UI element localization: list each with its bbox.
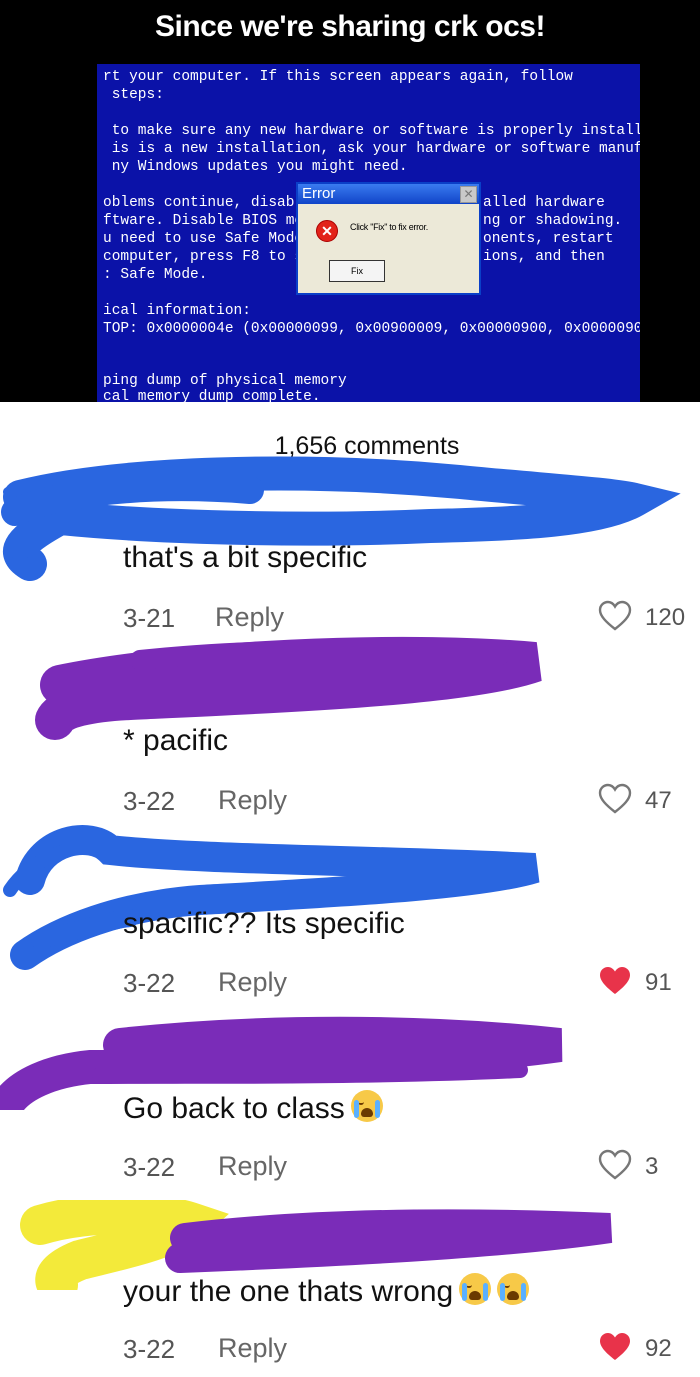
post-caption: Since we're sharing crk ocs! bbox=[155, 10, 545, 43]
comment-text: that's a bit specific bbox=[123, 541, 368, 574]
bsod-line: computer, press F8 to sel bbox=[103, 249, 321, 265]
fix-button: Fix bbox=[329, 260, 385, 282]
username-scribble bbox=[35, 636, 542, 740]
bsod-line: ions, and then bbox=[483, 249, 605, 265]
reply-button[interactable]: Reply bbox=[218, 785, 287, 816]
comment-text: spacific?? Its specific bbox=[123, 907, 405, 940]
like-count: 47 bbox=[645, 787, 672, 814]
heart-icon-filled[interactable] bbox=[598, 1331, 632, 1363]
dialog-title: Error bbox=[302, 185, 336, 202]
reply-button[interactable]: Reply bbox=[218, 967, 287, 998]
bsod-line: ny Windows updates you might need. bbox=[103, 159, 408, 175]
bsod-line: cal memory dump complete. bbox=[103, 389, 321, 402]
comment-text-content: Go back to class bbox=[123, 1092, 345, 1125]
heart-icon[interactable] bbox=[598, 1149, 632, 1181]
error-icon: ✕ bbox=[316, 220, 338, 242]
bsod-line: ftware. Disable BIOS memo bbox=[103, 213, 321, 229]
loudly-crying-face-emoji bbox=[350, 1090, 383, 1122]
comment-date: 3-22 bbox=[123, 786, 176, 816]
bsod-line: ng or shadowing. bbox=[483, 213, 623, 229]
comment-date: 3-21 bbox=[123, 603, 176, 633]
bsod-line: u need to use Safe Mode t bbox=[103, 231, 321, 247]
reply-button[interactable]: Reply bbox=[218, 1151, 287, 1182]
comment-date: 3-22 bbox=[123, 968, 176, 998]
bsod-line: oblems continue, disable bbox=[103, 195, 312, 211]
dialog-title-bar: Error ✕ bbox=[298, 184, 479, 204]
bsod-line: rt your computer. If this screen appears… bbox=[103, 69, 573, 85]
bsod-line: TOP: 0x0000004e (0x00000099, 0x00900009,… bbox=[103, 321, 640, 337]
error-dialog: Error ✕ ✕ Click "Fix" to fix error. Fix bbox=[296, 182, 481, 295]
bsod-line: ical information: bbox=[103, 303, 251, 319]
comment-text: your the one thats wrong bbox=[123, 1273, 530, 1309]
dialog-message: Click "Fix" to fix error. bbox=[350, 222, 428, 232]
like-count: 91 bbox=[645, 969, 672, 996]
like-count: 120 bbox=[645, 604, 686, 631]
bsod-line: is is a new installation, ask your hardw… bbox=[111, 141, 640, 157]
comment-text: * pacific bbox=[123, 724, 229, 757]
heart-icon-filled[interactable] bbox=[598, 965, 632, 997]
like-count: 92 bbox=[645, 1335, 672, 1362]
bsod-line: alled hardware bbox=[483, 195, 605, 211]
loudly-crying-face-emoji bbox=[459, 1273, 492, 1305]
comment-text-content: your the one thats wrong bbox=[123, 1275, 454, 1308]
comment-date: 3-22 bbox=[123, 1152, 176, 1182]
loudly-crying-face-emoji bbox=[497, 1273, 530, 1305]
close-icon: ✕ bbox=[460, 186, 477, 203]
heart-icon[interactable] bbox=[598, 600, 632, 632]
comment-date: 3-22 bbox=[123, 1334, 176, 1364]
reply-button[interactable]: Reply bbox=[215, 602, 284, 633]
bsod-line: onents, restart bbox=[483, 231, 614, 247]
like-count: 3 bbox=[645, 1153, 659, 1180]
reply-button[interactable]: Reply bbox=[218, 1333, 287, 1364]
comment-text: Go back to class bbox=[123, 1090, 383, 1126]
post-image: Since we're sharing crk ocs! rt your com… bbox=[0, 0, 700, 402]
username-scribble bbox=[3, 825, 540, 970]
bsod-line: to make sure any new hardware or softwar… bbox=[103, 123, 640, 139]
bsod-line: steps: bbox=[103, 87, 164, 103]
bsod-line: : Safe Mode. bbox=[103, 267, 208, 283]
heart-icon[interactable] bbox=[598, 783, 632, 815]
